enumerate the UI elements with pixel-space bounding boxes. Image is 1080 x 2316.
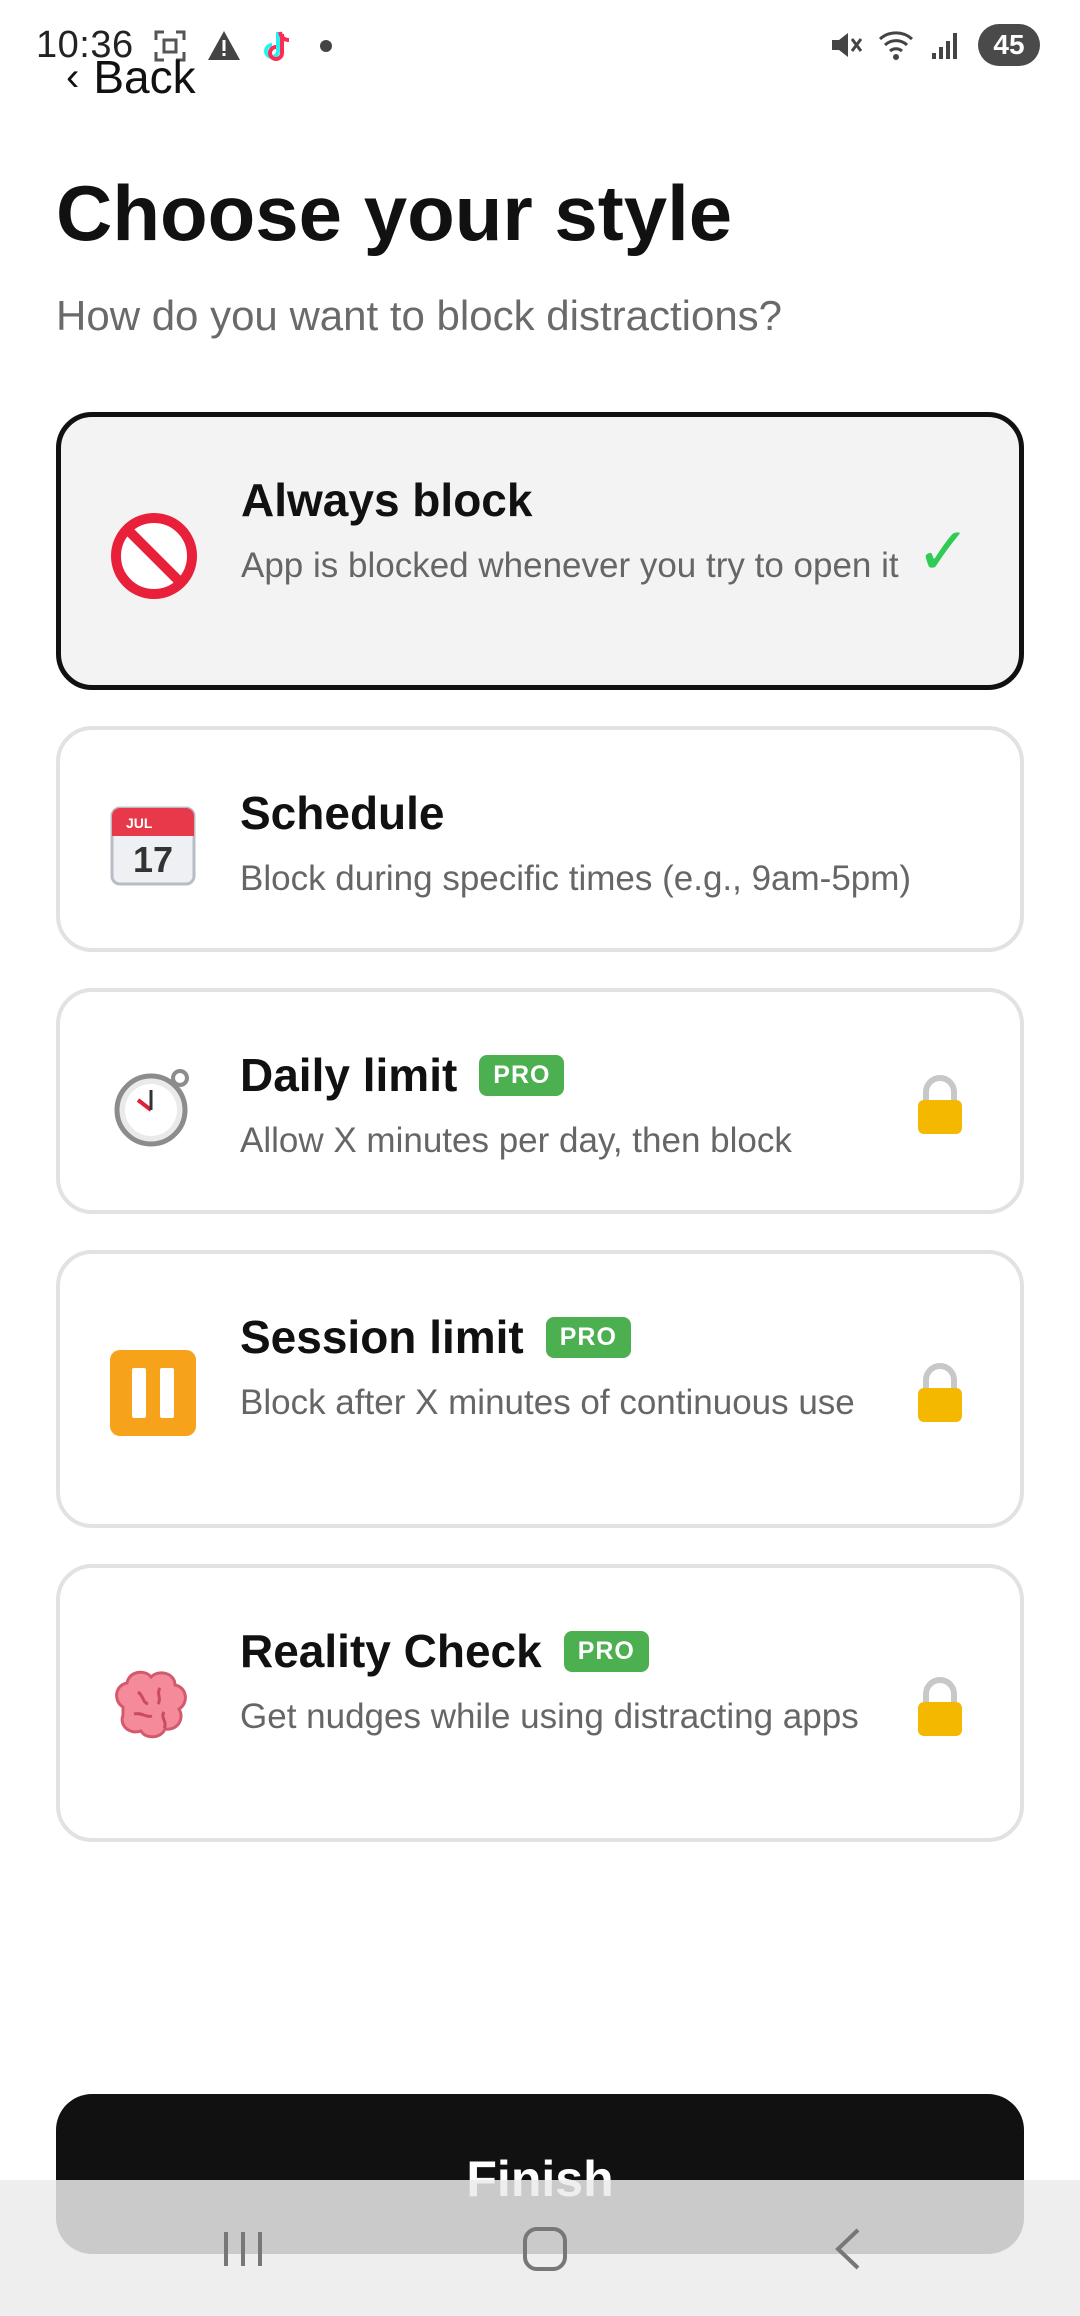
option-session-limit[interactable]: Session limit PRO Block after X minutes … (56, 1250, 1024, 1528)
warning-icon (208, 31, 240, 60)
option-daily-limit[interactable]: Daily limit PRO Allow X minutes per day,… (56, 988, 1024, 1214)
pause-icon (110, 1350, 196, 1436)
mute-icon (832, 33, 863, 57)
battery-icon: 45 (978, 24, 1040, 66)
option-title-label: Schedule (240, 787, 445, 839)
status-right-icons: 45 (828, 24, 1040, 66)
calendar-day: 17 (133, 839, 173, 880)
back-nav-button[interactable] (824, 2224, 874, 2274)
calendar-month: JUL (126, 815, 153, 831)
option-always-block[interactable]: Always block App is blocked whenever you… (56, 412, 1024, 690)
lock-icon (918, 1677, 962, 1736)
battery-level: 45 (993, 29, 1025, 60)
lock-icon (918, 1363, 962, 1422)
option-desc: Block during specific times (e.g., 9am-5… (240, 859, 912, 898)
brain-icon (115, 1670, 187, 1739)
checkmark-icon: ✓ (915, 514, 971, 588)
option-text: Schedule Block during specific times (e.… (240, 786, 980, 904)
option-title: Daily limit PRO (240, 1048, 900, 1102)
back-label: Back (93, 51, 196, 103)
tiktok-icon (264, 31, 290, 61)
option-reality-check[interactable]: Reality Check PRO Get nudges while using… (56, 1564, 1024, 1842)
calendar-icon: JUL 17 (110, 806, 196, 886)
pro-badge: PRO (545, 1316, 631, 1358)
home-button[interactable] (520, 2224, 570, 2274)
option-title-label: Session limit (240, 1311, 524, 1363)
option-text: Session limit PRO Block after X minutes … (240, 1310, 900, 1428)
wifi-icon (879, 31, 913, 60)
signal-icon (932, 33, 957, 59)
option-title: Reality Check PRO (240, 1624, 900, 1678)
stopwatch-icon (114, 1069, 189, 1147)
option-desc: App is blocked whenever you try to open … (241, 546, 899, 585)
option-desc: Get nudges while using distracting apps (240, 1697, 859, 1736)
option-title-label: Reality Check (240, 1625, 542, 1677)
option-text: Daily limit PRO Allow X minutes per day,… (240, 1048, 900, 1166)
option-desc: Allow X minutes per day, then block (240, 1121, 792, 1160)
back-button[interactable]: ‹ Back (66, 50, 196, 104)
option-desc: Block after X minutes of continuous use (240, 1383, 855, 1422)
option-title: Schedule (240, 786, 980, 840)
page-title: Choose your style (56, 169, 733, 257)
option-title: Session limit PRO (240, 1310, 900, 1364)
pro-badge: PRO (479, 1054, 565, 1096)
option-title-label: Daily limit (240, 1049, 458, 1101)
option-text: Always block App is blocked whenever you… (241, 473, 899, 591)
pro-badge: PRO (563, 1630, 649, 1672)
option-title-label: Always block (241, 474, 533, 526)
page-subtitle: How do you want to block distractions? (56, 292, 783, 339)
chevron-left-icon: ‹ (66, 54, 80, 99)
system-nav-bar (0, 2180, 1080, 2316)
notification-dot (320, 40, 332, 52)
option-schedule[interactable]: JUL 17 Schedule Block during specific ti… (56, 726, 1024, 952)
prohibited-icon (111, 513, 197, 599)
option-title: Always block (241, 473, 899, 527)
recents-button[interactable] (218, 2224, 268, 2274)
lock-icon (918, 1075, 962, 1134)
option-text: Reality Check PRO Get nudges while using… (240, 1624, 900, 1742)
